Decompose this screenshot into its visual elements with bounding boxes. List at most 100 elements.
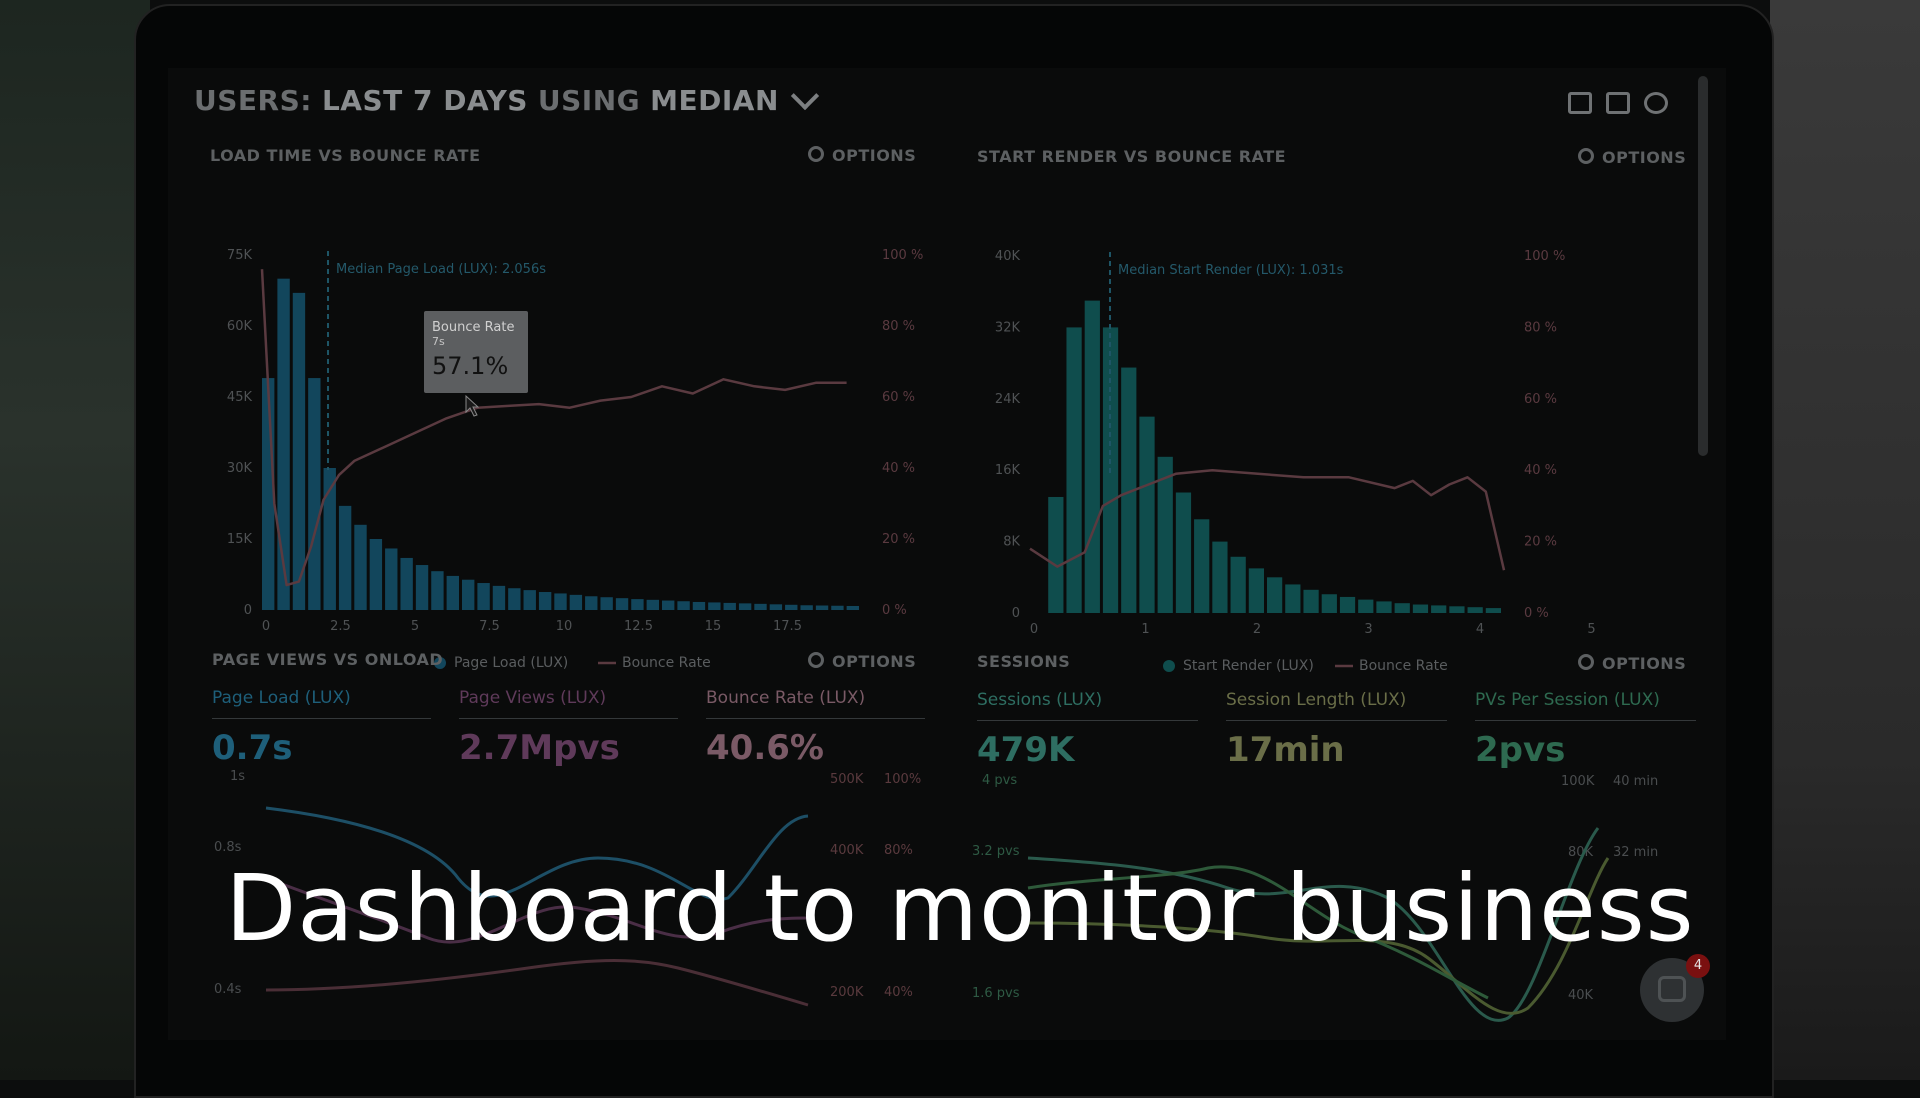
y-axis-tick-right: 0 % — [882, 603, 907, 618]
axis-tick: 200K — [830, 985, 864, 1000]
chart-bar — [800, 605, 813, 610]
metric-underline — [1475, 720, 1696, 721]
gear-icon — [1578, 148, 1594, 164]
y-axis-tick-right: 80 % — [1524, 320, 1557, 335]
metric-value: 479K — [977, 730, 1075, 770]
metric-underline — [459, 718, 678, 719]
chart-bar — [1339, 596, 1356, 613]
axis-tick: 40% — [884, 985, 913, 1000]
monitor-icon[interactable] — [1568, 92, 1592, 114]
load-time-chart: 0 15K 30K 45K 60K 75K 0 % 20 % 40 % 60 % 80 % 100 %… — [227, 248, 923, 671]
median-label: Median Page Load (LUX): 2.056s — [336, 262, 546, 277]
y-axis-tick-right: 40 % — [1524, 463, 1557, 478]
metric-label[interactable]: Page Load (LUX) — [212, 688, 351, 708]
sessions-options-button[interactable]: OPTIONS — [1578, 654, 1686, 673]
y-axis-tick-left: 8K — [1003, 535, 1020, 550]
chart-bar — [1248, 568, 1264, 613]
chevron-down-icon[interactable] — [790, 81, 820, 110]
chart-bar — [554, 593, 567, 610]
chart-bar — [677, 601, 690, 610]
bounce-rate-line — [1029, 468, 1506, 571]
x-axis-tick: 17.5 — [773, 619, 802, 634]
options-label: OPTIONS — [1602, 148, 1687, 167]
axis-tick: 0.8s — [214, 840, 242, 855]
metric-underline — [706, 718, 925, 719]
chart-bar — [338, 505, 352, 610]
scrollbar[interactable] — [1698, 76, 1708, 456]
chart-bar — [508, 588, 521, 610]
axis-tick: 500K — [830, 772, 864, 787]
metric-value: 2.7Mpvs — [459, 728, 620, 768]
y-axis-tick-right: 60 % — [1524, 392, 1557, 407]
y-axis-tick-left: 32K — [995, 320, 1021, 335]
chart-bar — [769, 604, 783, 610]
chart-bar — [1303, 589, 1319, 613]
chart-bar — [585, 596, 598, 610]
metric-label[interactable]: PVs Per Session (LUX) — [1475, 690, 1660, 710]
chat-icon — [1658, 976, 1686, 1002]
tooltip-value: 57.1% — [432, 352, 508, 380]
y-axis-tick-right: 100 % — [1524, 249, 1565, 264]
start-render-options-button[interactable]: OPTIONS — [1578, 148, 1686, 167]
x-axis-tick: 10 — [556, 619, 573, 634]
x-axis-tick: 4 — [1476, 622, 1484, 637]
y-axis-tick-left: 60K — [227, 319, 253, 334]
chart-bar — [477, 583, 490, 610]
metric-label[interactable]: Sessions (LUX) — [977, 690, 1102, 710]
metric-value: 17min — [1226, 730, 1345, 770]
load-time-title: LOAD TIME VS BOUNCE RATE — [210, 146, 481, 165]
chart-bar — [1084, 300, 1100, 613]
chart-bar — [846, 605, 859, 610]
chart-bar — [523, 590, 536, 610]
y-axis-tick-right: 60 % — [882, 390, 915, 405]
page-views-options-button[interactable]: OPTIONS — [808, 652, 916, 671]
chart-bar — [1321, 594, 1337, 613]
header-stat: MEDIAN — [650, 84, 779, 117]
metric-label[interactable]: Bounce Rate (LUX) — [706, 688, 865, 708]
page-views-title: PAGE VIEWS VS ONLOAD — [212, 650, 444, 669]
chart-bar — [1376, 601, 1392, 613]
axis-tick: 1s — [230, 769, 245, 784]
load-time-options-button[interactable]: OPTIONS — [808, 146, 916, 165]
y-axis-tick-left: 45K — [227, 390, 253, 405]
start-render-title: START RENDER VS BOUNCE RATE — [977, 147, 1287, 166]
chart-bar — [754, 603, 767, 610]
y-axis-tick-right: 20 % — [882, 532, 915, 547]
legend-swatch-bars — [1163, 660, 1175, 672]
x-axis-tick: 7.5 — [479, 619, 500, 634]
chart-bar — [538, 592, 552, 610]
metric-label[interactable]: Session Length (LUX) — [1226, 690, 1406, 710]
y-axis-tick-left: 0 — [1012, 606, 1020, 621]
chart-bar — [1212, 541, 1228, 613]
y-axis-tick-left: 15K — [227, 532, 253, 547]
axis-tick: 40K — [1568, 988, 1594, 1003]
chart-bar — [1431, 605, 1447, 613]
axis-tick: 40 min — [1613, 774, 1658, 789]
help-icon[interactable] — [1644, 92, 1668, 114]
dashboard-header[interactable]: USERS: LAST 7 DAYS USING MEDIAN — [194, 81, 820, 117]
chart-bar — [308, 378, 321, 610]
chart-bar — [785, 604, 798, 610]
bounce-rate-line — [265, 959, 809, 1007]
y-axis-tick-left: 75K — [227, 248, 253, 263]
y-axis-tick-right: 0 % — [1524, 606, 1549, 621]
options-label: OPTIONS — [1602, 654, 1687, 673]
top-toolbar — [1568, 92, 1668, 114]
metric-underline — [977, 720, 1198, 721]
y-axis-tick-right: 20 % — [1524, 535, 1557, 550]
axis-tick: 1.6 pvs — [972, 986, 1020, 1001]
header-users-label: USERS: — [194, 84, 312, 117]
legend-label: Bounce Rate — [1359, 658, 1448, 674]
header-using-label: USING — [537, 84, 641, 117]
bounce-rate-tooltip: Bounce Rate7s 57.1% — [424, 311, 528, 393]
chart-bar — [708, 602, 721, 610]
chart-bar — [831, 605, 844, 610]
legend-label: Start Render (LUX) — [1183, 658, 1314, 674]
chart-bar — [1139, 416, 1155, 613]
y-axis-tick-left: 40K — [995, 249, 1021, 264]
share-icon[interactable] — [1606, 92, 1630, 114]
tooltip-title: Bounce Rate — [432, 320, 514, 335]
chart-bar — [1467, 607, 1483, 613]
metric-label[interactable]: Page Views (LUX) — [459, 688, 606, 708]
x-axis-tick: 2.5 — [330, 619, 351, 634]
